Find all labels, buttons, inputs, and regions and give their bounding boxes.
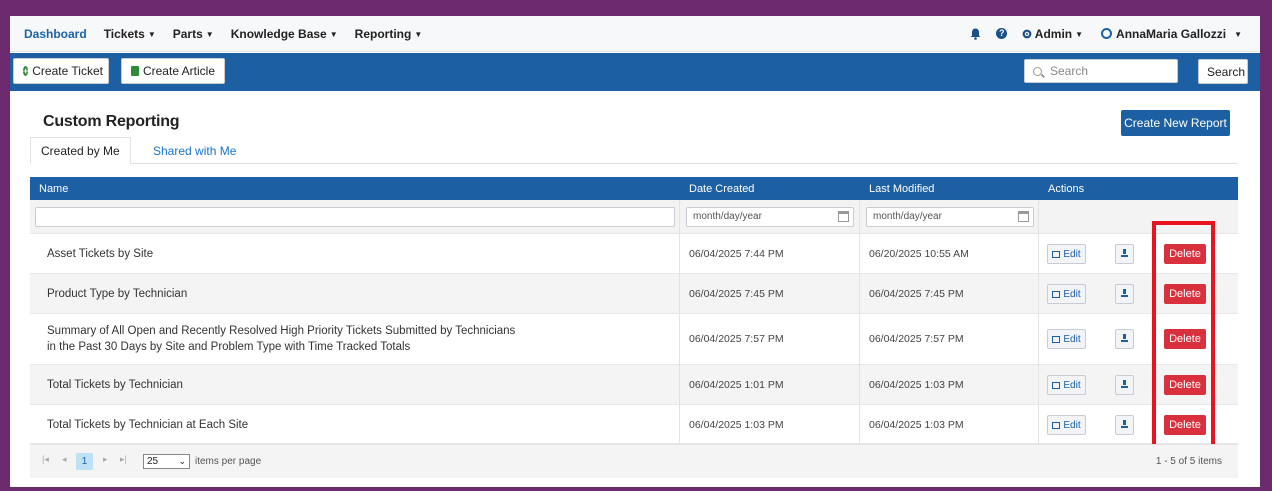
last-modified: 06/20/2025 10:55 AM [869,248,969,260]
tab-bar: Created by Me Shared with Me [30,137,1238,164]
column-header-actions: Actions [1048,183,1085,195]
create-article-button[interactable]: Create Article [121,58,225,84]
last-modified: 06/04/2025 7:57 PM [869,333,964,345]
download-icon [1121,420,1128,428]
edit-button[interactable]: Edit [1047,329,1086,349]
chevron-down-icon: ⌄ [178,456,186,466]
column-header-date-created[interactable]: Date Created [689,183,754,195]
report-name[interactable]: Asset Tickets by Site [47,246,153,262]
nav-knowledge-base[interactable]: Knowledge Base ▼ [231,27,338,41]
download-button[interactable] [1115,244,1134,264]
first-page-icon[interactable]: |◂ [42,454,49,465]
date-created: 06/04/2025 1:01 PM [689,379,784,391]
gear-icon [1022,29,1032,38]
page-title: Custom Reporting [43,113,180,130]
tab-created-by-me[interactable]: Created by Me [30,137,131,164]
table-header: Name Date Created Last Modified Actions [30,177,1238,200]
delete-highlight-box [1152,221,1215,452]
download-button[interactable] [1115,329,1134,349]
search-input[interactable]: Search [1024,59,1178,83]
items-count: 1 - 5 of 5 items [1155,456,1222,467]
page-number-current[interactable]: 1 [76,453,93,470]
edit-button[interactable]: Edit [1047,284,1086,304]
column-divider [1038,200,1039,444]
calendar-icon[interactable] [1018,211,1029,222]
download-icon [1121,289,1128,297]
search-icon [1033,66,1042,76]
edit-button[interactable]: Edit [1047,244,1086,264]
last-modified: 06/04/2025 7:45 PM [869,288,964,300]
create-ticket-button[interactable]: + Create Ticket [13,58,109,84]
report-name[interactable]: Summary of All Open and Recently Resolve… [47,323,515,355]
download-icon [1121,334,1128,342]
table-row[interactable]: Summary of All Open and Recently Resolve… [30,314,1238,365]
download-button[interactable] [1115,375,1134,395]
pagination-bar: |◂ ◂ 1 ▸ ▸| 25 ⌄ items per page 1 - 5 of … [30,444,1238,478]
last-modified: 06/04/2025 1:03 PM [869,379,964,391]
download-button[interactable] [1115,284,1134,304]
report-name-line-1: Summary of All Open and Recently Resolve… [47,325,516,337]
edit-icon [1052,381,1061,389]
download-icon [1121,249,1128,257]
nav-tickets[interactable]: Tickets ▼ [104,27,156,41]
download-icon [1121,380,1128,388]
edit-icon [1052,290,1061,298]
calendar-icon[interactable] [838,211,849,222]
column-divider [859,200,860,444]
user-icon [1101,27,1113,39]
last-page-icon[interactable]: ▸| [120,454,127,465]
prev-page-icon[interactable]: ◂ [62,454,67,465]
date-created-filter-input[interactable]: month/day/year [686,207,854,227]
bell-icon[interactable] [970,28,982,40]
table-row[interactable]: Total Tickets by Technician at Each Site… [30,405,1238,444]
caret-down-icon: ▼ [1075,29,1084,39]
top-nav: Dashboard Tickets ▼ Parts ▼ Knowledge Base… [10,16,1260,52]
edit-icon [1052,421,1061,429]
date-created: 06/04/2025 1:03 PM [689,419,784,431]
edit-icon [1052,335,1061,343]
last-modified: 06/04/2025 1:03 PM [869,419,964,431]
report-name[interactable]: Total Tickets by Technician at Each Site [47,417,248,433]
edit-button[interactable]: Edit [1047,415,1086,435]
column-header-name[interactable]: Name [39,183,68,195]
report-name[interactable]: Total Tickets by Technician [47,377,183,393]
page-size-select[interactable]: 25 ⌄ [143,454,190,469]
create-new-report-button[interactable]: Create New Report [1121,110,1230,136]
table-row[interactable]: Product Type by Technician 06/04/2025 7:… [30,274,1238,314]
app-window: Dashboard Tickets ▼ Parts ▼ Knowledge Base… [10,16,1260,487]
help-icon[interactable]: ? [996,28,1008,40]
nav-reporting[interactable]: Reporting ▼ [355,27,423,41]
caret-down-icon: ▼ [147,29,156,39]
caret-down-icon: ▼ [414,29,423,39]
plus-circle-icon: + [23,66,29,76]
nav-dashboard[interactable]: Dashboard [24,27,87,41]
edit-icon [1052,250,1061,258]
items-per-page-label: items per page [195,456,262,467]
date-created: 06/04/2025 7:57 PM [689,333,784,345]
nav-parts[interactable]: Parts ▼ [173,27,214,41]
download-button[interactable] [1115,415,1134,435]
last-modified-filter-input[interactable]: month/day/year [866,207,1034,227]
admin-menu[interactable]: Admin ▼ [1022,27,1083,41]
user-menu[interactable]: AnnaMaria Gallozzi ▼ [1101,27,1242,41]
document-icon [131,66,139,76]
date-created: 06/04/2025 7:45 PM [689,288,784,300]
action-bar: + Create Ticket Create Article Search Sea… [10,53,1260,91]
caret-down-icon: ▼ [329,29,338,39]
report-name[interactable]: Product Type by Technician [47,286,187,302]
column-divider [679,200,680,444]
table-row[interactable]: Total Tickets by Technician 06/04/2025 1… [30,365,1238,405]
next-page-icon[interactable]: ▸ [103,454,108,465]
name-filter-input[interactable] [35,207,675,227]
column-header-last-modified[interactable]: Last Modified [869,183,934,195]
caret-down-icon: ▼ [1234,29,1242,39]
report-name-line-2: in the Past 30 Days by Site and Problem … [47,341,411,353]
caret-down-icon: ▼ [205,29,214,39]
edit-button[interactable]: Edit [1047,375,1086,395]
filter-row: month/day/year month/day/year [30,200,1238,234]
table-row[interactable]: Asset Tickets by Site 06/04/2025 7:44 PM… [30,234,1238,274]
search-button[interactable]: Search [1198,59,1248,84]
tab-shared-with-me[interactable]: Shared with Me [143,137,246,164]
date-created: 06/04/2025 7:44 PM [689,248,784,260]
